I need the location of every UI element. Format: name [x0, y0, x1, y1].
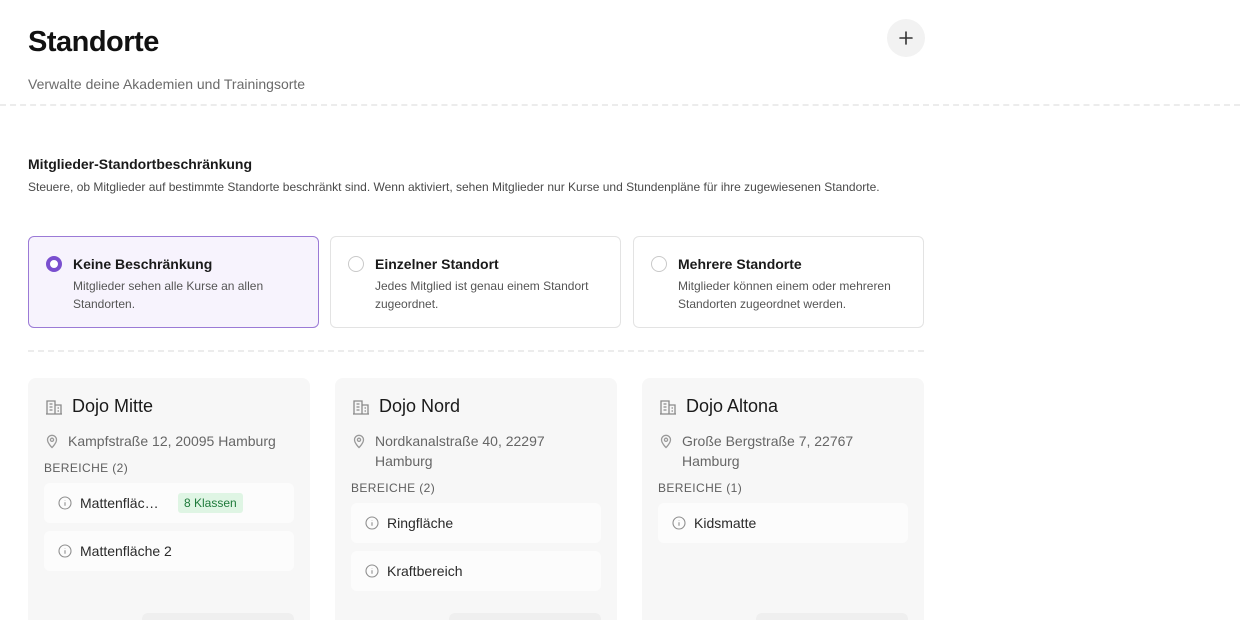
classes-badge: 8 Klassen — [178, 493, 243, 513]
add-location-button[interactable] — [887, 19, 925, 57]
map-pin-icon — [44, 433, 60, 449]
area-name: Mattenfläche 2 — [80, 543, 172, 559]
area-item[interactable]: Mattenfläche 1 8 Klassen — [44, 483, 294, 523]
map-pin-icon — [658, 433, 674, 449]
option-multiple-locations[interactable]: Mehrere Standorte Mitglieder können eine… — [633, 236, 924, 328]
areas-label: BEREICHE (2) — [44, 461, 129, 475]
info-icon — [58, 496, 72, 510]
info-icon — [365, 516, 379, 530]
location-card-dojo-nord: Dojo Nord Nordkanalstraße 40, 22297 Hamb… — [335, 378, 617, 620]
location-name: Dojo Nord — [379, 396, 461, 416]
restriction-options: Keine Beschränkung Mitglieder sehen alle… — [28, 236, 924, 328]
option-description: Mitglieder können einem oder mehreren St… — [678, 279, 891, 311]
area-name: Ringfläche — [387, 515, 454, 531]
page-subtitle: Verwalte deine Akademien und Trainingsor… — [28, 76, 306, 92]
plus-icon — [898, 30, 914, 46]
location-name: Dojo Altona — [686, 396, 779, 416]
option-label: Keine Beschränkung — [73, 256, 213, 272]
card-action-button[interactable] — [142, 613, 294, 620]
info-icon — [365, 564, 379, 578]
card-action-button[interactable] — [756, 613, 908, 620]
info-icon — [672, 516, 686, 530]
building-icon — [658, 397, 678, 417]
header-divider — [0, 104, 1240, 106]
area-item[interactable]: Ringfläche — [351, 503, 601, 543]
section-divider — [28, 350, 924, 352]
location-name: Dojo Mitte — [72, 396, 154, 416]
location-cards: Dojo Mitte Kampfstraße 12, 20095 Hamburg… — [28, 378, 924, 620]
option-label: Einzelner Standort — [375, 256, 499, 272]
page-header: Standorte Verwalte deine Akademien und T… — [28, 24, 924, 92]
area-item[interactable]: Mattenfläche 2 — [44, 531, 294, 571]
building-icon — [44, 397, 64, 417]
radio-unselected[interactable] — [348, 256, 364, 272]
location-card-dojo-mitte: Dojo Mitte Kampfstraße 12, 20095 Hamburg… — [28, 378, 310, 620]
card-action-button[interactable] — [449, 613, 601, 620]
option-label: Mehrere Standorte — [678, 256, 802, 272]
map-pin-icon — [351, 433, 367, 449]
page-title: Standorte — [28, 26, 159, 58]
area-item[interactable]: Kidsmatte — [658, 503, 908, 543]
option-no-restriction[interactable]: Keine Beschränkung Mitglieder sehen alle… — [28, 236, 319, 328]
location-address: Kampfstraße 12, 20095 Hamburg — [68, 433, 276, 449]
restriction-description: Steuere, ob Mitglieder auf bestimmte Sta… — [28, 180, 880, 194]
location-card-dojo-altona: Dojo Altona Große Bergstraße 7, 22767 Ha… — [642, 378, 924, 620]
area-name: Kraftbereich — [387, 563, 463, 579]
restriction-title: Mitglieder-Standortbeschränkung — [28, 156, 253, 172]
radio-selected[interactable] — [46, 256, 62, 272]
restriction-section: Mitglieder-Standortbeschränkung Steuere,… — [28, 156, 924, 196]
info-icon — [58, 544, 72, 558]
option-single-location[interactable]: Einzelner Standort Jedes Mitglied ist ge… — [330, 236, 621, 328]
areas-label: BEREICHE (2) — [351, 481, 436, 495]
areas-label: BEREICHE (1) — [658, 481, 743, 495]
location-address: Nordkanalstraße 40, 22297 Hamburg — [375, 433, 545, 469]
area-name: Mattenfläche 1 — [80, 495, 166, 511]
option-description: Jedes Mitglied ist genau einem Standort … — [375, 279, 589, 311]
location-address: Große Bergstraße 7, 22767 Hamburg — [682, 433, 854, 469]
radio-unselected[interactable] — [651, 256, 667, 272]
area-name: Kidsmatte — [694, 515, 757, 531]
building-icon — [351, 397, 371, 417]
option-description: Mitglieder sehen alle Kurse an allen Sta… — [73, 279, 264, 311]
area-item[interactable]: Kraftbereich — [351, 551, 601, 591]
